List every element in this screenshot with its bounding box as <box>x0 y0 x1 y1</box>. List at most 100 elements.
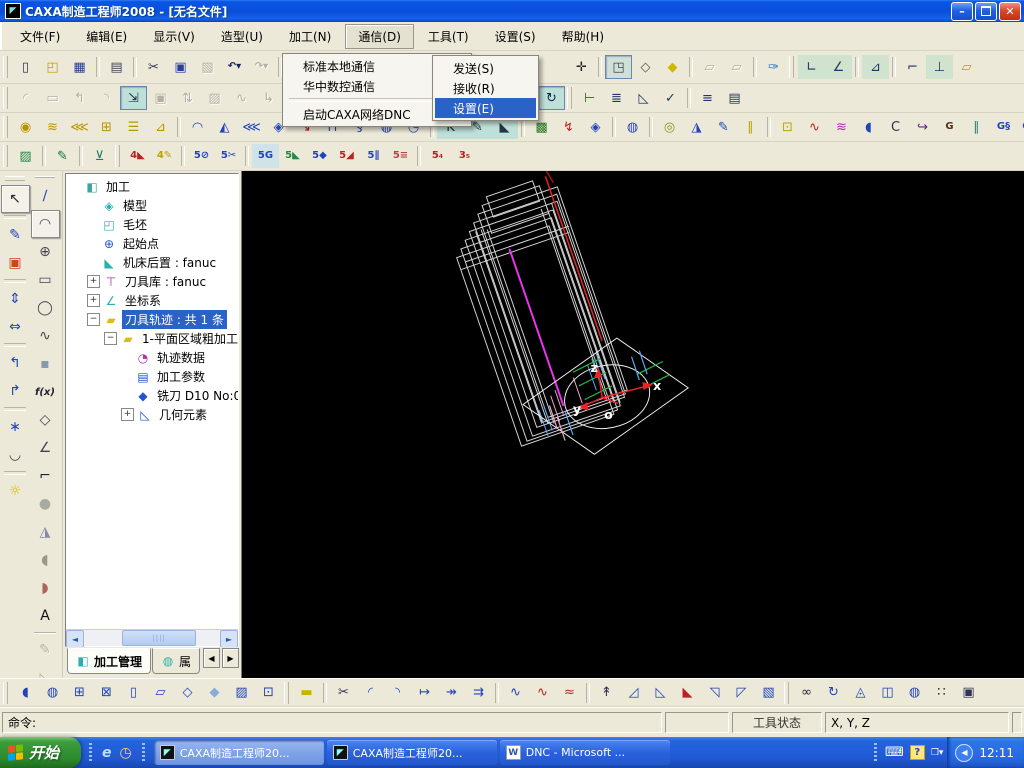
sketch-pencil-button[interactable]: ✎ <box>1 221 30 249</box>
rough-spiral-button[interactable]: ◉ <box>12 115 39 139</box>
surf-fold-button[interactable]: ◆ <box>201 681 228 705</box>
blob-tool-button[interactable]: ● <box>31 490 60 518</box>
fillet-b-button[interactable]: ◝ <box>384 681 411 705</box>
tree-item-track-data[interactable]: ◔ 轨迹数据 <box>66 348 238 367</box>
needle-tool-button[interactable]: ✎ <box>49 144 76 168</box>
probe-tool-button[interactable]: ↯ <box>555 115 582 139</box>
fold-b-button[interactable]: ◺ <box>647 681 674 705</box>
rough-tool-button[interactable]: ⊿ <box>147 115 174 139</box>
menu-item-6[interactable]: 工具(T) <box>416 25 481 48</box>
copy-button[interactable]: ▣ <box>167 55 194 79</box>
axis5-g-button[interactable]: 5G <box>252 144 279 168</box>
fold-hatch-button[interactable]: ▧ <box>755 681 782 705</box>
hatch-tri-tool-button[interactable]: ◮ <box>31 518 60 546</box>
menu-communication-open[interactable]: 通信(D) <box>345 23 414 49</box>
cone-dashed-button[interactable]: ◬ <box>847 681 874 705</box>
axis5-tri-button[interactable]: 5◢ <box>333 144 360 168</box>
save-file-button[interactable]: ▦ <box>66 55 93 79</box>
link-circles-button[interactable]: ∞ <box>793 681 820 705</box>
submenu-item-send[interactable]: 发送(S) <box>435 58 536 78</box>
doc-list-button[interactable]: ≡ <box>694 86 721 110</box>
start-button[interactable]: 开始 <box>0 737 82 768</box>
menu-item-8[interactable]: 帮助(H) <box>550 25 616 48</box>
curtain-lines-button[interactable]: ∥ <box>963 115 990 139</box>
tree-item-tool-lib[interactable]: + ⊤ 刀具库 : fanuc <box>66 272 238 291</box>
g-spring-button[interactable]: G§ <box>990 115 1017 139</box>
cone-small-button[interactable]: ◮ <box>683 115 710 139</box>
horizontal-scrollbar[interactable]: ◄ |||| ► <box>66 629 238 648</box>
taskbar-task-2[interactable]: W DNC - Microsoft ... <box>499 740 670 765</box>
menu-item-4[interactable]: 加工(N) <box>277 25 343 48</box>
axis-curve-tool-button[interactable]: ∠ <box>31 434 60 462</box>
coord-xz-button[interactable]: ∟ <box>798 55 825 79</box>
menu-item-2[interactable]: 显示(V) <box>141 25 207 48</box>
measure-check-button[interactable]: ✓ <box>657 86 684 110</box>
measure-angle-button[interactable]: ◺ <box>630 86 657 110</box>
expand-icon[interactable]: + <box>121 408 134 421</box>
expand-icon[interactable]: + <box>87 275 100 288</box>
command-input[interactable]: 命令: <box>2 712 662 733</box>
ellipse-tool-button[interactable]: ◯ <box>31 294 60 322</box>
slash-path-button[interactable]: ∥ <box>737 115 764 139</box>
g-circle-button[interactable]: G⊙ <box>1017 115 1024 139</box>
scroll-left-icon[interactable]: ◄ <box>66 630 84 648</box>
keyboard-tray-icon[interactable]: ⌨ <box>885 745 904 760</box>
lamp-swap-button[interactable]: ☼ <box>1 477 30 505</box>
tree-item-blank[interactable]: ◰ 毛坯 <box>66 215 238 234</box>
view-wireframe-button[interactable]: ◳ <box>605 55 632 79</box>
image-tool-button[interactable]: ▣ <box>1 249 30 277</box>
corner-bold-tool-button[interactable]: ⌐ <box>31 462 60 490</box>
minimize-button[interactable]: – <box>951 1 973 21</box>
copy-stamp-button[interactable]: ▣ <box>955 681 982 705</box>
tree-item-machining-params[interactable]: ▤ 加工参数 <box>66 367 238 386</box>
cut-tree-button[interactable]: ↟ <box>593 681 620 705</box>
rough-posts-button[interactable]: ☰ <box>120 115 147 139</box>
trim-scissors-button[interactable]: ✂ <box>330 681 357 705</box>
cut-button[interactable]: ✂ <box>140 55 167 79</box>
surf-dash-button[interactable]: ⊡ <box>255 681 282 705</box>
tree-item-model[interactable]: ◈ 模型 <box>66 196 238 215</box>
tab-scroll-right-icon[interactable]: ▶ <box>222 648 239 668</box>
three-to-five-button[interactable]: 3₅ <box>451 144 478 168</box>
scroll-track[interactable]: |||| <box>84 630 220 646</box>
line-tool-button[interactable]: ∕ <box>31 182 60 210</box>
measure-ruler-button[interactable]: ≣ <box>603 86 630 110</box>
finish-wave-button[interactable]: ◠ <box>184 115 211 139</box>
measure-coord-button[interactable]: ⊢ <box>576 86 603 110</box>
doc-edit-button[interactable]: ▤ <box>721 86 748 110</box>
new-file-button[interactable]: ▯ <box>12 55 39 79</box>
text-tool-button[interactable]: A <box>31 602 60 630</box>
axis5-strike-button[interactable]: 5⊘ <box>188 144 215 168</box>
collapse-icon[interactable]: − <box>87 313 100 326</box>
tree-item-machining-root[interactable]: ◧ 加工 <box>66 177 238 196</box>
view-shaded-button[interactable]: ◆ <box>659 55 686 79</box>
tree-item-geometry[interactable]: + ◺ 几何元素 <box>66 405 238 424</box>
scroll-thumb[interactable]: |||| <box>122 630 197 646</box>
tab-machining-manager[interactable]: ◧ 加工管理 <box>67 648 151 674</box>
help-tray-icon[interactable]: ? <box>909 745 925 760</box>
open-file-button[interactable]: ◰ <box>39 55 66 79</box>
coil-path-button[interactable]: ◎ <box>656 115 683 139</box>
tree-item-coord-sys[interactable]: + ∠ 坐标系 <box>66 291 238 310</box>
rough-fan-button[interactable]: ⋘ <box>66 115 93 139</box>
taskbar-task-0[interactable]: ◤ CAXA制造工程师20... <box>153 740 324 765</box>
funnel-tool-button[interactable]: ⊻ <box>86 144 113 168</box>
tray-collapse-icon[interactable]: ◀ <box>955 743 974 762</box>
tree-item-post-config[interactable]: ◣ 机床后置 : fanuc <box>66 253 238 272</box>
shell-blue-button[interactable]: ◖ <box>855 115 882 139</box>
axis5-bars-button[interactable]: 5≡ <box>387 144 414 168</box>
surf-hatch-button[interactable]: ▨ <box>228 681 255 705</box>
tree-item-start-point[interactable]: ⊕ 起始点 <box>66 234 238 253</box>
menu-item-0[interactable]: 文件(F) <box>8 25 72 48</box>
snap-tool-button[interactable]: ∗ <box>1 413 30 441</box>
menu-item-3[interactable]: 造型(U) <box>209 25 275 48</box>
spline-tool-button[interactable]: ∿ <box>31 322 60 350</box>
finish-cone-button[interactable]: ◭ <box>211 115 238 139</box>
fan-magenta-button[interactable]: ≋ <box>828 115 855 139</box>
array-dots-button[interactable]: ∷ <box>928 681 955 705</box>
scroll-right-icon[interactable]: ► <box>220 630 238 648</box>
axis5-brush-button[interactable]: 5◆ <box>306 144 333 168</box>
menu-item-1[interactable]: 编辑(E) <box>74 25 139 48</box>
print-button[interactable]: ▤ <box>103 55 130 79</box>
surf-box-b-button[interactable]: ⊠ <box>93 681 120 705</box>
